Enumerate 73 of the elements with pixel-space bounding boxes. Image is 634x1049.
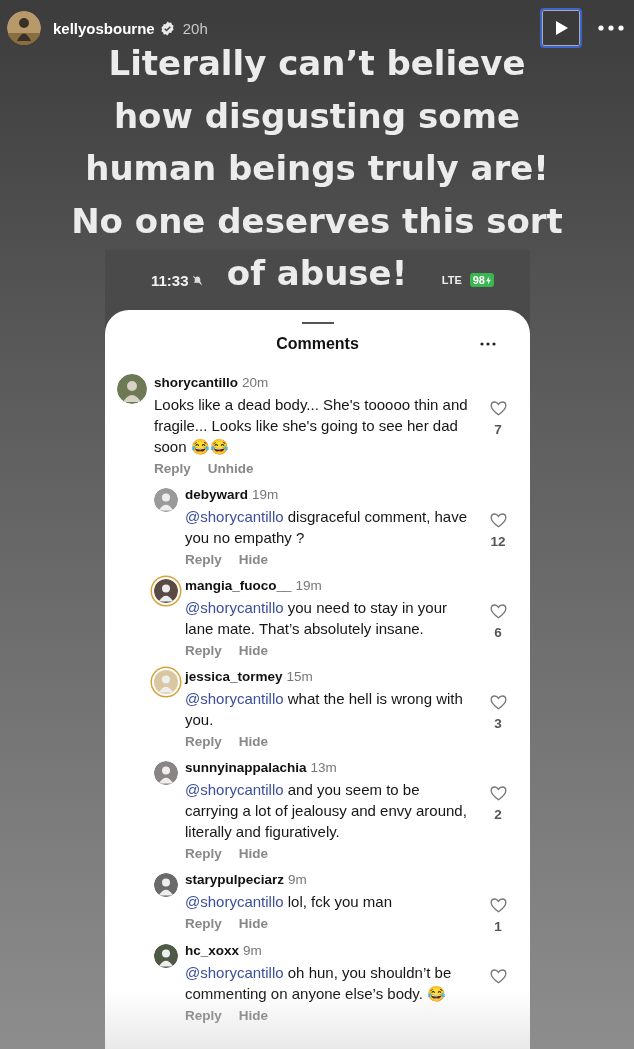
network-type: LTE bbox=[441, 274, 462, 286]
comment-time: 20m bbox=[242, 374, 269, 392]
more-icon[interactable] bbox=[598, 25, 624, 31]
like-heart-icon[interactable] bbox=[489, 969, 507, 984]
comment-time: 19m bbox=[252, 486, 279, 504]
caption-text: how disgusting some bbox=[113, 94, 521, 138]
comment-text: @shorycantillo lol, fck you man bbox=[185, 892, 393, 912]
comment-username[interactable]: starypulpeciarz bbox=[185, 871, 285, 889]
user-avatar[interactable] bbox=[154, 944, 178, 968]
battery-level: 98 bbox=[472, 274, 485, 286]
mention-link[interactable]: @shorycantillo bbox=[185, 781, 284, 798]
caption-text: No one deserves this sort bbox=[71, 199, 563, 243]
mention-link[interactable]: @shorycantillo bbox=[185, 964, 284, 981]
comment-text: Looks like a dead body... She's tooooo thin and fragile... Looks like she's going to see her dad soon 😂😂 bbox=[154, 395, 469, 457]
like-count: 3 bbox=[494, 716, 502, 731]
comment-text: @shorycantillo you need to stay in your lane mate. That’s absolutely insane. bbox=[185, 598, 449, 639]
like-heart-icon[interactable] bbox=[489, 898, 507, 913]
comment-username[interactable]: mangia_fuoco__ bbox=[185, 577, 292, 595]
post-time: 20h bbox=[182, 19, 208, 37]
play-button[interactable] bbox=[540, 8, 582, 48]
like-heart-icon[interactable] bbox=[489, 604, 507, 619]
comment-time: 9m bbox=[243, 942, 262, 960]
username[interactable]: kellyosbourne bbox=[53, 19, 155, 37]
comment-action-link[interactable]: Reply bbox=[185, 844, 222, 863]
comment-text: @shorycantillo oh hun, you shouldn’t be commenting on anyone else’s body. 😂 bbox=[185, 963, 453, 1004]
comment-username[interactable]: shorycantillo bbox=[154, 374, 239, 392]
caption-text: human beings truly are! bbox=[85, 147, 549, 190]
like-heart-icon[interactable] bbox=[489, 695, 507, 710]
like-count: 6 bbox=[494, 625, 502, 640]
like-heart-icon[interactable] bbox=[489, 786, 507, 801]
user-avatar[interactable] bbox=[154, 873, 178, 897]
comment-action-link[interactable]: Hide bbox=[238, 732, 269, 751]
comment-username[interactable]: hc_xoxx bbox=[185, 942, 240, 960]
charging-bolt-icon bbox=[486, 275, 491, 285]
comment-action-link[interactable]: Reply bbox=[185, 550, 222, 569]
mention-link[interactable]: @shorycantillo bbox=[185, 690, 284, 707]
comment-action-link[interactable]: Reply bbox=[185, 914, 222, 933]
caption-text: Literally can’t believe bbox=[108, 42, 526, 85]
comment-time: 15m bbox=[286, 668, 313, 686]
comment-action-link[interactable]: Hide bbox=[238, 914, 269, 933]
mention-link[interactable]: @shorycantillo bbox=[185, 599, 284, 616]
comment-text: @shorycantillo disgraceful comment, have you no empathy ? bbox=[185, 507, 469, 548]
clock-time: 11:33 bbox=[151, 271, 189, 289]
like-heart-icon[interactable] bbox=[489, 513, 507, 528]
caption-text: of abuse! bbox=[226, 252, 408, 295]
muted-bell-icon bbox=[191, 274, 203, 286]
comment-action-link[interactable]: Unhide bbox=[207, 459, 254, 478]
user-avatar[interactable] bbox=[117, 374, 147, 404]
comment-action-link[interactable]: Hide bbox=[238, 550, 269, 569]
mention-link[interactable]: @shorycantillo bbox=[185, 508, 284, 525]
comment-username[interactable]: sunnyinappalachia bbox=[185, 759, 307, 777]
comment-username[interactable]: jessica_tormey bbox=[185, 668, 283, 686]
like-heart-icon[interactable] bbox=[489, 401, 507, 416]
like-count: 2 bbox=[494, 807, 502, 822]
comment-action-link[interactable]: Hide bbox=[238, 844, 269, 863]
comment-action-link[interactable]: Reply bbox=[185, 641, 222, 660]
comment-text: @shorycantillo and you seem to be carrying a lot of jealousy and envy around, literally and figuratively. bbox=[185, 780, 468, 842]
like-count: 7 bbox=[494, 422, 502, 437]
like-count: 1 bbox=[494, 919, 502, 934]
profile-avatar[interactable] bbox=[7, 11, 41, 45]
comment-action-link[interactable]: Hide bbox=[238, 641, 269, 660]
comment-action-link[interactable]: Reply bbox=[154, 459, 191, 478]
mention-link[interactable]: @shorycantillo bbox=[185, 893, 284, 910]
like-count: 12 bbox=[490, 534, 506, 549]
comment-time: 13m bbox=[310, 759, 337, 777]
comment-username[interactable]: debyward bbox=[185, 486, 249, 504]
comment-time: 19m bbox=[295, 577, 322, 595]
comment-action-link[interactable]: Reply bbox=[185, 732, 222, 751]
comment-time: 9m bbox=[288, 871, 307, 889]
sheet-title: Comments bbox=[276, 335, 359, 353]
comment-text: @shorycantillo what the hell is wrong with you. bbox=[185, 689, 464, 730]
more-icon[interactable] bbox=[480, 342, 496, 346]
user-avatar[interactable] bbox=[154, 761, 178, 785]
